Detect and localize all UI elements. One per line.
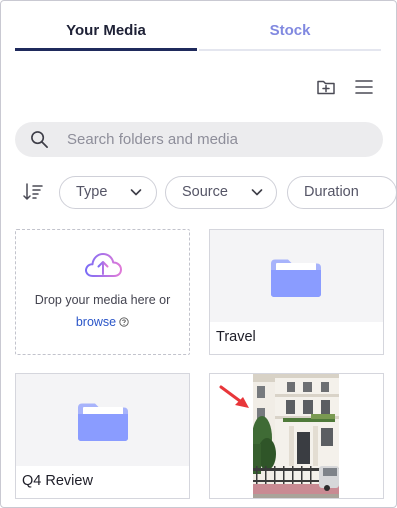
folder-name: Travel bbox=[216, 329, 256, 345]
folder-name: Q4 Review bbox=[22, 473, 93, 489]
media-tile-photo[interactable] bbox=[209, 373, 384, 499]
filter-duration-dropdown[interactable]: Duration bbox=[287, 176, 396, 209]
dropzone-text: Drop your media here or bbox=[34, 293, 171, 307]
building-photo-thumbnail bbox=[253, 374, 339, 498]
chevron-down-icon bbox=[130, 189, 142, 196]
tab-your-media[interactable]: Your Media bbox=[15, 15, 197, 51]
cloud-upload-icon bbox=[85, 253, 122, 277]
dropzone-browse-row: browse bbox=[16, 315, 189, 329]
annotation-arrow-icon bbox=[219, 385, 249, 408]
filter-type-label: Type bbox=[76, 184, 108, 200]
sort-descending-icon[interactable] bbox=[23, 183, 43, 201]
folder-thumbnail bbox=[16, 374, 189, 466]
folder-thumbnail bbox=[210, 230, 383, 322]
upload-dropzone[interactable]: Drop your media here or browse bbox=[15, 229, 190, 355]
browse-link[interactable]: browse bbox=[76, 315, 116, 329]
search-icon bbox=[31, 131, 48, 148]
media-panel: Your Media Stock Type Source Duration bbox=[0, 0, 397, 508]
filter-source-label: Source bbox=[182, 184, 228, 200]
filter-source-dropdown[interactable]: Source bbox=[165, 176, 277, 209]
help-circle-icon[interactable] bbox=[119, 317, 129, 327]
search-input[interactable] bbox=[67, 122, 367, 157]
hamburger-menu-icon[interactable] bbox=[354, 77, 374, 97]
folder-tile-travel[interactable]: Travel bbox=[209, 229, 384, 355]
filter-duration-label: Duration bbox=[304, 184, 359, 200]
folder-plus-icon[interactable] bbox=[316, 77, 336, 97]
folder-icon bbox=[78, 403, 128, 441]
filter-type-dropdown[interactable]: Type bbox=[59, 176, 157, 209]
search-bar bbox=[15, 122, 383, 157]
media-tabs: Your Media Stock bbox=[15, 15, 383, 51]
folder-tile-q4-review[interactable]: Q4 Review bbox=[15, 373, 190, 499]
chevron-down-icon bbox=[251, 189, 263, 196]
tab-stock[interactable]: Stock bbox=[199, 15, 381, 51]
folder-icon bbox=[271, 259, 321, 297]
